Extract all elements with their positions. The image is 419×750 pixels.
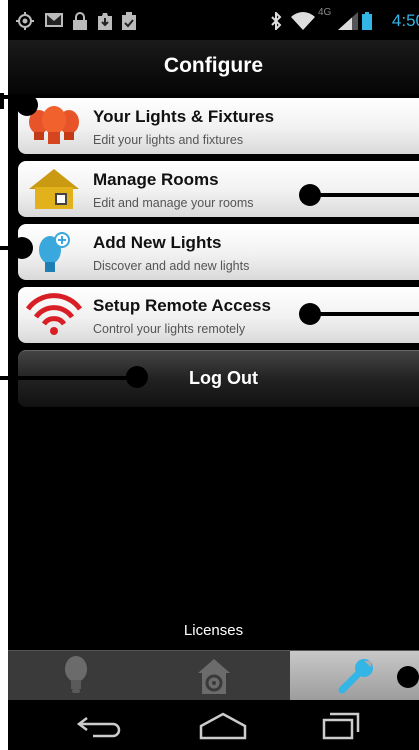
callout-dot [126, 366, 148, 388]
network-type-label: 4G [318, 7, 332, 18]
bulb-plus-icon [39, 232, 70, 272]
tab-rooms[interactable] [145, 651, 282, 701]
download-icon [98, 13, 112, 30]
signal-icon [338, 12, 358, 30]
battery-icon [362, 12, 372, 30]
callout-line [0, 376, 140, 380]
card-subtitle: Edit and manage your rooms [93, 196, 254, 210]
lightbulb-icon [65, 656, 87, 693]
back-icon[interactable] [73, 708, 133, 742]
bluetooth-icon [271, 12, 282, 30]
page-title: Configure [163, 54, 264, 77]
status-time: 4:50 [391, 11, 419, 30]
callout-line [310, 193, 419, 197]
callout-dot [397, 666, 419, 688]
card-subtitle: Edit your lights and fixtures [93, 133, 244, 147]
gmail-icon [45, 13, 63, 27]
card-subtitle: Control your lights remotely [93, 322, 246, 336]
wrench-icon [338, 659, 373, 694]
callout-dot [11, 237, 33, 259]
card-title: Add New Lights [93, 233, 222, 252]
title-bar: Configure [8, 40, 419, 94]
status-bar: 4G 4:50 [8, 0, 419, 40]
home-icon[interactable] [193, 708, 253, 742]
card-title: Manage Rooms [93, 170, 219, 189]
card-title: Your Lights & Fixtures [93, 107, 275, 126]
system-nav-bar [8, 700, 419, 750]
clipboard-check-icon [122, 12, 136, 30]
wifi-icon [291, 12, 315, 30]
lock-icon [73, 12, 87, 30]
add-new-lights-button[interactable]: Add New Lights Discover and add new ligh… [18, 224, 419, 280]
wifi-remote-icon [25, 293, 83, 335]
home-settings-icon [198, 659, 230, 694]
licenses-link[interactable]: Licenses [8, 622, 419, 639]
card-subtitle: Discover and add new lights [93, 259, 250, 273]
recents-icon[interactable] [308, 708, 368, 742]
callout-line [0, 93, 4, 109]
house-icon [29, 169, 79, 209]
callout-line [310, 312, 419, 316]
callout-dot [16, 94, 38, 116]
target-icon [16, 12, 34, 30]
your-lights-fixtures-button[interactable]: Your Lights & Fixtures Edit your lights … [18, 98, 419, 154]
phone-screen: 4G 4:50 Configure Your Lights & Fixtures… [8, 0, 419, 750]
bottom-tab-bar [8, 650, 419, 701]
manage-rooms-button[interactable]: Manage Rooms Edit and manage your rooms [18, 161, 419, 217]
card-title: Setup Remote Access [93, 296, 271, 315]
tab-lights[interactable] [8, 651, 145, 701]
